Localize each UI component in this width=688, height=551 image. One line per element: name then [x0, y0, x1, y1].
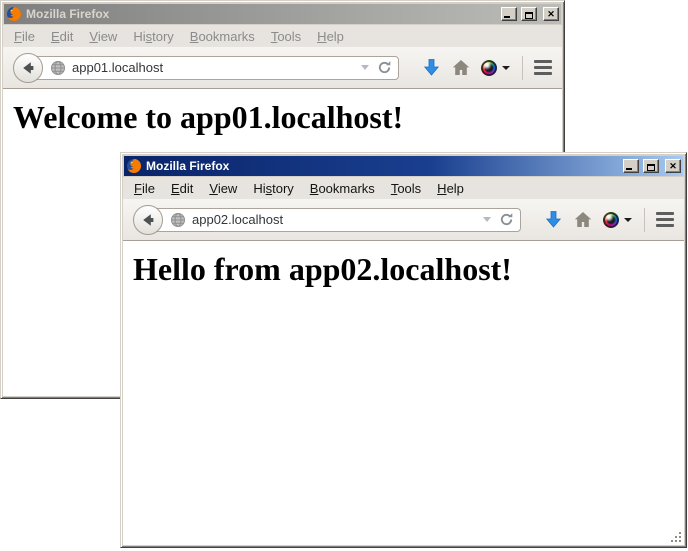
addon-aperture-button[interactable]: [603, 212, 632, 228]
menu-item-view[interactable]: View: [201, 178, 245, 199]
close-button[interactable]: ✕: [665, 159, 681, 173]
url-bar[interactable]: app02.localhost: [147, 208, 521, 232]
home-icon: [452, 59, 470, 76]
firefox-logo-icon: [126, 158, 142, 174]
resize-grip[interactable]: [669, 530, 682, 543]
toolbar-separator: [522, 56, 523, 80]
close-button[interactable]: ✕: [543, 7, 559, 21]
menu-bar: FileEditViewHistoryBookmarksToolsHelp: [3, 25, 562, 47]
minimize-icon: [504, 16, 510, 18]
firefox-logo-icon: [6, 6, 22, 22]
window-title: Mozilla Firefox: [26, 7, 497, 21]
menu-item-edit[interactable]: Edit: [163, 178, 201, 199]
maximize-icon: [525, 12, 533, 19]
menu-item-tools[interactable]: Tools: [383, 178, 429, 199]
back-button[interactable]: [13, 53, 43, 83]
back-arrow-icon: [20, 60, 36, 76]
close-icon: ✕: [669, 161, 677, 172]
menu-item-edit[interactable]: Edit: [43, 26, 81, 47]
download-arrow-icon: [422, 58, 441, 77]
reload-button[interactable]: [499, 212, 514, 227]
toolbar-separator: [644, 208, 645, 232]
download-button[interactable]: [544, 210, 563, 229]
back-arrow-icon: [140, 212, 156, 228]
home-icon: [574, 211, 592, 228]
back-button[interactable]: [133, 205, 163, 235]
navigation-toolbar: app02.localhost: [123, 199, 684, 241]
menu-item-file[interactable]: File: [6, 26, 43, 47]
maximize-button[interactable]: [643, 159, 659, 173]
menu-item-help[interactable]: Help: [429, 178, 472, 199]
minimize-button[interactable]: [623, 159, 639, 173]
open-menu-button[interactable]: [656, 212, 674, 227]
url-text[interactable]: app02.localhost: [192, 212, 483, 227]
close-icon: ✕: [547, 9, 555, 20]
page-content: Hello from app02.localhost!: [123, 241, 684, 545]
chevron-down-icon: [624, 218, 632, 222]
addon-aperture-button[interactable]: [481, 60, 510, 76]
site-identity-globe-icon[interactable]: [170, 212, 186, 228]
page-heading: Welcome to app01.localhost!: [13, 99, 562, 136]
site-identity-globe-icon[interactable]: [50, 60, 66, 76]
menu-item-bookmarks[interactable]: Bookmarks: [302, 178, 383, 199]
reload-button[interactable]: [377, 60, 392, 75]
navigation-toolbar: app01.localhost: [3, 47, 562, 89]
color-aperture-icon: [481, 60, 497, 76]
titlebar[interactable]: Mozilla Firefox ✕: [124, 156, 683, 176]
menu-item-bookmarks[interactable]: Bookmarks: [182, 26, 263, 47]
menu-item-history[interactable]: History: [125, 26, 181, 47]
browser-window-app02: Mozilla Firefox ✕ FileEditViewHistoryBoo…: [120, 152, 687, 548]
color-aperture-icon: [603, 212, 619, 228]
url-text[interactable]: app01.localhost: [72, 60, 361, 75]
urlbar-dropdown-icon[interactable]: [483, 217, 491, 222]
url-bar[interactable]: app01.localhost: [27, 56, 399, 80]
minimize-icon: [626, 168, 632, 170]
download-button[interactable]: [422, 58, 441, 77]
maximize-button[interactable]: [521, 7, 537, 21]
menu-item-tools[interactable]: Tools: [263, 26, 309, 47]
home-button[interactable]: [452, 59, 470, 76]
home-button[interactable]: [574, 211, 592, 228]
toolbar-buttons: [411, 56, 552, 80]
menu-item-view[interactable]: View: [81, 26, 125, 47]
menu-bar: FileEditViewHistoryBookmarksToolsHelp: [123, 177, 684, 199]
titlebar[interactable]: Mozilla Firefox ✕: [4, 4, 561, 24]
window-title: Mozilla Firefox: [146, 159, 619, 173]
toolbar-buttons: [533, 208, 674, 232]
urlbar-dropdown-icon[interactable]: [361, 65, 369, 70]
download-arrow-icon: [544, 210, 563, 229]
chevron-down-icon: [502, 66, 510, 70]
menu-item-file[interactable]: File: [126, 178, 163, 199]
menu-item-history[interactable]: History: [245, 178, 301, 199]
minimize-button[interactable]: [501, 7, 517, 21]
open-menu-button[interactable]: [534, 60, 552, 75]
maximize-icon: [647, 164, 655, 171]
page-heading: Hello from app02.localhost!: [133, 251, 684, 288]
menu-item-help[interactable]: Help: [309, 26, 352, 47]
